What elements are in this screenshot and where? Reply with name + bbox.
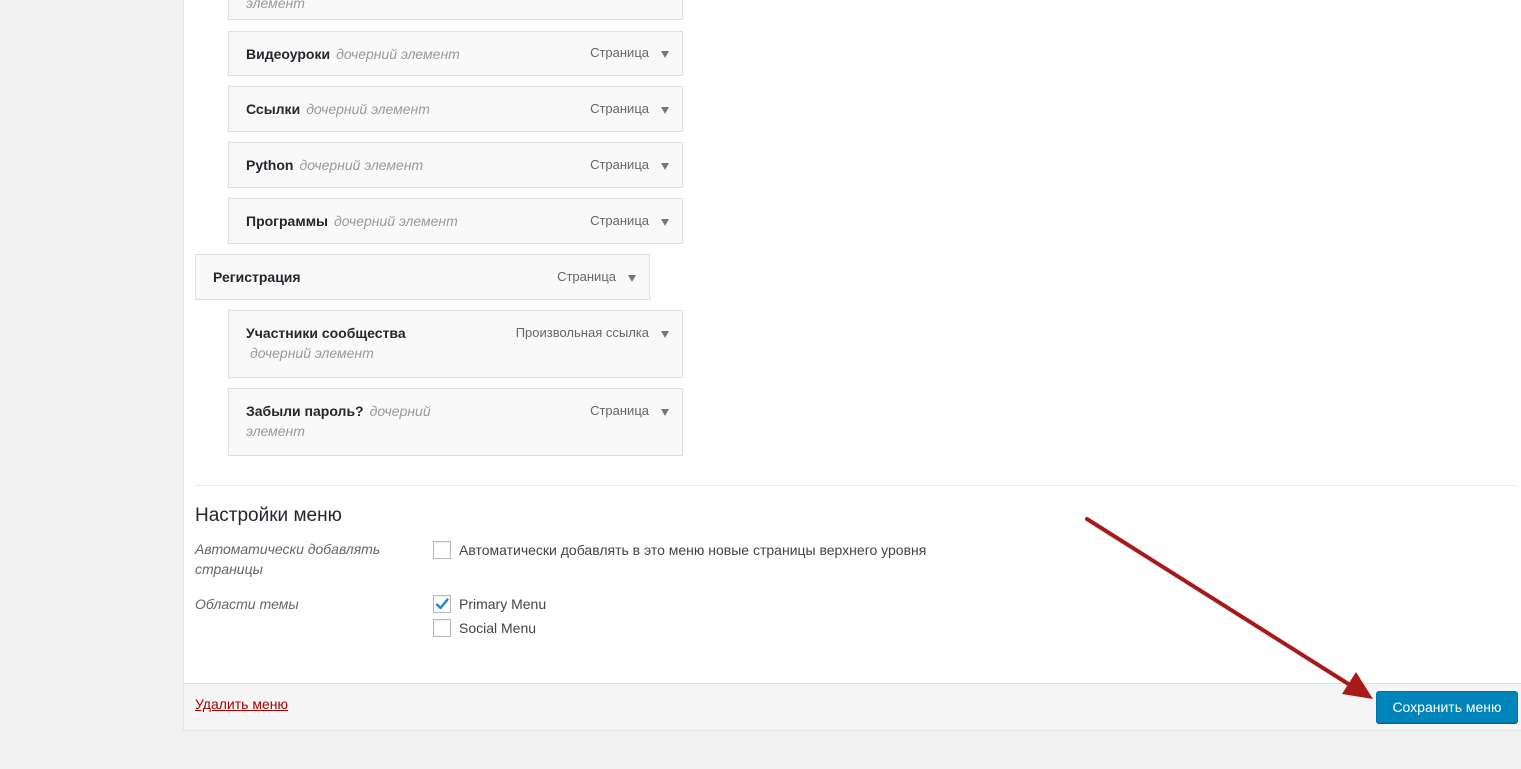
chevron-down-icon[interactable] [661,409,669,416]
menu-item-registratsiya[interactable]: Регистрация Страница [195,254,650,300]
delete-menu-link[interactable]: Удалить меню [195,694,288,714]
social-menu-label[interactable]: Social Menu [459,618,536,638]
auto-add-checkbox[interactable] [433,541,451,559]
chevron-down-icon[interactable] [661,163,669,170]
menu-item-title: Python [246,157,294,173]
primary-menu-label[interactable]: Primary Menu [459,594,546,614]
menu-item-videouroki[interactable]: Видеоуроки дочерний элемент Страница [228,31,683,76]
chevron-down-icon[interactable] [661,107,669,114]
menu-item-uchastniki[interactable]: Участники сообщества дочерний элемент Пр… [228,310,683,378]
menu-item-type: Страница [590,157,649,172]
menu-item-title: Видеоуроки [246,46,331,62]
menu-item-subtitle: дочерний элемент [306,101,430,117]
menu-item-type: Страница [590,45,649,60]
menu-item-subtitle-line2: элемент [246,423,305,439]
menu-settings-title: Настройки меню [195,505,342,526]
menu-item-ssylki[interactable]: Ссылки дочерний элемент Страница [228,86,683,132]
chevron-down-icon[interactable] [661,51,669,58]
menu-item-subtitle: дочерний элемент [299,157,424,173]
menu-item-subtitle: дочерний элемент [336,46,460,62]
menu-item-zabyli-parol[interactable]: Забыли пароль? дочерний элемент Страница [228,388,683,456]
menu-item-type: Страница [590,213,649,228]
menu-item-title: Ссылки [246,101,301,117]
auto-add-option-label[interactable]: Автоматически добавлять в это меню новые… [459,540,926,560]
menu-item-python[interactable]: Python дочерний элемент Страница [228,142,683,188]
checkmark-icon [435,598,449,610]
menu-item-title: Участники сообщества [246,325,406,341]
chevron-down-icon[interactable] [661,331,669,338]
menu-item-subtitle: дочерний элемент [334,213,458,229]
menu-item-partial[interactable]: элемент [228,0,683,20]
menu-item-title: Забыли пароль? [246,403,364,419]
menu-item-type: Страница [590,403,649,418]
save-menu-button[interactable]: Сохранить меню [1376,691,1518,723]
primary-menu-checkbox[interactable] [433,595,451,613]
menu-item-programmy[interactable]: Программы дочерний элемент Страница [228,198,683,244]
chevron-down-icon[interactable] [628,275,636,282]
social-menu-checkbox[interactable] [433,619,451,637]
theme-locations-label: Области темы [195,596,299,612]
chevron-down-icon[interactable] [661,219,669,226]
menu-item-subtitle: дочерний элемент [250,345,374,361]
menu-item-subtitle: дочерний [369,403,431,419]
menu-item-type: Произвольная ссылка [515,325,649,340]
menu-item-title: Программы [246,213,329,229]
menu-item-type: Страница [557,269,616,284]
menu-footer [184,683,1521,730]
menu-item-title: Регистрация [213,269,301,285]
menu-item-type: Страница [590,101,649,116]
auto-add-label: Автоматически добавлять страницы [195,541,381,577]
section-divider [195,485,1518,486]
menu-item-subtitle: элемент [246,0,305,11]
